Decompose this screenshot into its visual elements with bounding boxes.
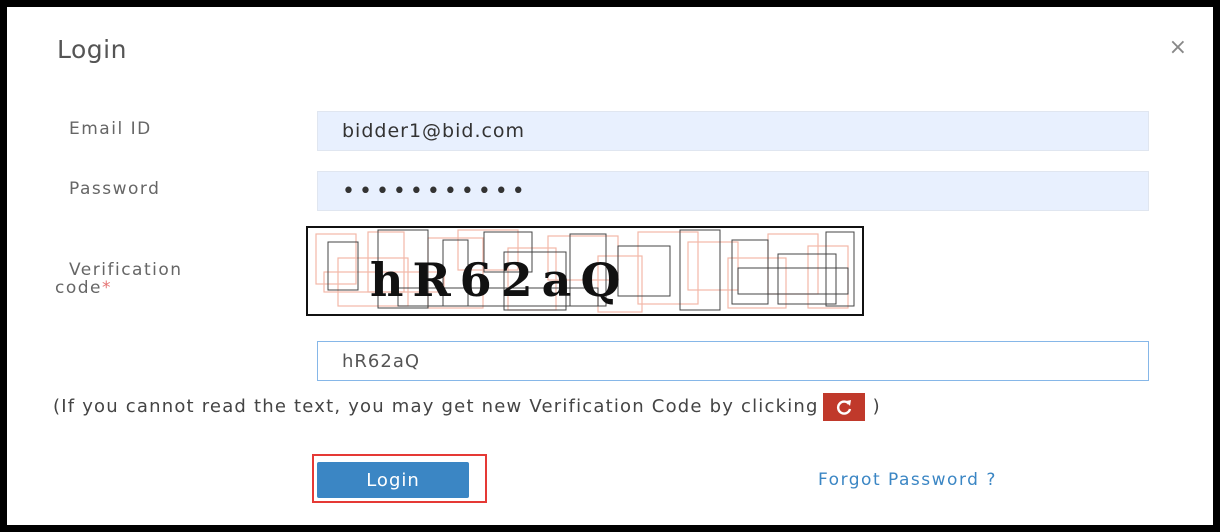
verification-code-field[interactable] [317, 341, 1149, 381]
close-icon[interactable]: × [1169, 35, 1187, 60]
help-text-before: (If you cannot read the text, you may ge… [53, 396, 819, 417]
required-marker: * [102, 278, 112, 298]
captcha-help-text: (If you cannot read the text, you may ge… [53, 391, 1163, 423]
email-label: Email ID [69, 119, 152, 139]
captcha-text: hR62aQ [370, 253, 630, 307]
help-text-after: ) [872, 396, 881, 417]
verification-label-line1: Verification [69, 260, 183, 280]
captcha-noise: hR62aQ [315, 229, 855, 313]
captcha-image: hR62aQ [306, 226, 864, 316]
login-button[interactable]: Login [317, 462, 469, 498]
login-dialog: Login × Email ID Password Verification c… [7, 7, 1213, 525]
password-label: Password [69, 179, 161, 199]
refresh-captcha-button[interactable] [822, 393, 865, 421]
email-field[interactable] [317, 111, 1149, 151]
verification-label-line2: code [55, 278, 102, 298]
verification-label-line2-wrap: code* [55, 279, 183, 297]
refresh-icon [836, 400, 851, 415]
forgot-password-link[interactable]: Forgot Password ? [818, 470, 997, 490]
password-field[interactable] [317, 171, 1149, 211]
verification-label: Verification code* [55, 260, 183, 297]
dialog-title: Login [57, 35, 127, 64]
